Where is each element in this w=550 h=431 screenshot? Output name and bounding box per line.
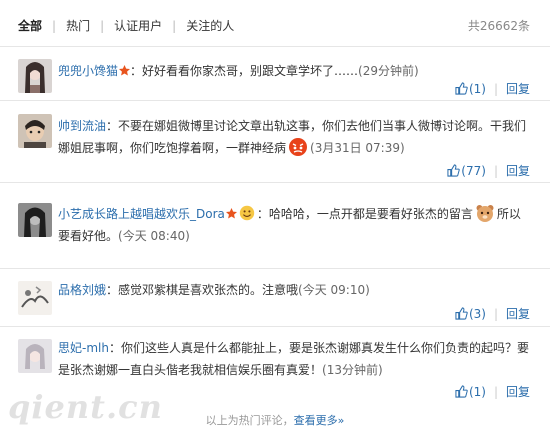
medal-icon[interactable] [119, 65, 131, 76]
avatar[interactable] [18, 203, 52, 237]
comment-username[interactable]: 兜兜小馋猫 [58, 64, 118, 78]
comment-body: 思妃-mlh：你们这些人真是什么都能扯上，要是张杰谢娜真发生什么你们负责的起吗？… [58, 337, 530, 381]
reply-button[interactable]: 回复 [506, 80, 530, 97]
like-button[interactable]: (3) [455, 307, 486, 321]
thumb-up-icon [455, 385, 468, 398]
view-more-link[interactable]: 查看更多» [294, 414, 345, 427]
thumb-up-icon [455, 82, 468, 95]
comment-time: (今天 09:10) [298, 283, 370, 297]
like-button[interactable]: (1) [455, 82, 486, 96]
tab-divider: | [52, 18, 57, 33]
avatar[interactable] [18, 281, 52, 315]
comment-username[interactable]: 小艺成长路上越唱越欢乐_Dora [58, 207, 225, 221]
comment-item: 小艺成长路上越唱越欢乐_Dora ：哈哈哈，一点开都是要看好张杰的留言 所以要看好他… [0, 183, 550, 269]
bear-emoticon [476, 205, 494, 222]
comment-filter-bar: 全部 | 热门 | 认证用户 | 关注的人 共26662条 [0, 0, 550, 47]
reply-button[interactable]: 回复 [506, 305, 530, 322]
action-divider: | [493, 384, 498, 399]
footer-text: 以上为热门评论， [205, 414, 294, 427]
like-button[interactable]: (1) [455, 385, 486, 399]
avatar[interactable] [18, 114, 52, 148]
tab-all[interactable]: 全部 [18, 17, 42, 34]
comment-body: 帅到流油：不要在娜姐微博里讨论文章出轨这事，你们去他们当事人微博讨论啊。干我们娜… [58, 115, 530, 159]
comment-item: 品格刘娥：感觉邓紫棋是喜欢张杰的。注意哦(今天 09:10) (3) | 回复 [0, 269, 550, 327]
comment-time: (3月31日 07:39) [310, 141, 405, 155]
comment-body: 兜兜小馋猫 ：好好看看你家杰哥，别跟文章学坏了……(29分钟前) [58, 60, 530, 82]
tab-divider: | [172, 18, 177, 33]
action-divider: | [493, 163, 498, 178]
comment-text: ：好好看看你家杰哥，别跟文章学坏了…… [130, 64, 359, 78]
comment-count: 共26662条 [467, 19, 530, 33]
action-divider: | [493, 306, 498, 321]
reply-button[interactable]: 回复 [506, 383, 530, 400]
tab-divider: | [100, 18, 105, 33]
smile-emoticon [239, 205, 255, 221]
comment-actions: (1) | 回复 [455, 383, 530, 400]
tab-hot[interactable]: 热门 [66, 17, 90, 34]
comment-username[interactable]: 帅到流油 [58, 119, 106, 133]
thumb-up-icon [447, 164, 461, 177]
avatar[interactable] [18, 59, 52, 93]
comment-text: ： [256, 207, 269, 221]
comment-item: 思妃-mlh：你们这些人真是什么都能扯上，要是张杰谢娜真发生什么你们负责的起吗？… [0, 327, 550, 405]
comment-text: ：你们这些人真是什么都能扯上，要是张杰谢娜真发生什么你们负责的起吗？要是张杰谢娜… [58, 341, 529, 377]
like-count: (1) [468, 384, 486, 399]
comment-time: (今天 08:40) [118, 229, 190, 243]
comment-list: 兜兜小馋猫 ：好好看看你家杰哥，别跟文章学坏了……(29分钟前) (1) | 回复… [0, 46, 550, 405]
comment-actions: (1) | 回复 [455, 80, 530, 97]
action-divider: | [493, 81, 498, 96]
thumb-up-icon [455, 307, 468, 320]
filter-tabs: 全部 | 热门 | 认证用户 | 关注的人 [18, 17, 234, 34]
reply-button[interactable]: 回复 [506, 162, 530, 179]
comment-actions: (77) | 回复 [447, 162, 530, 179]
like-count: (3) [468, 306, 486, 321]
comment-body: 品格刘娥：感觉邓紫棋是喜欢张杰的。注意哦(今天 09:10) [58, 279, 530, 301]
comment-time: (13分钟前) [322, 363, 383, 377]
medal-icon[interactable] [225, 208, 237, 219]
comment-time: (29分钟前) [358, 64, 419, 78]
like-count: (77) [461, 163, 486, 178]
like-button[interactable]: (77) [447, 164, 486, 178]
comment-item: 帅到流油：不要在娜姐微博里讨论文章出轨这事，你们去他们当事人微博讨论啊。干我们娜… [0, 101, 550, 183]
avatar[interactable] [18, 339, 52, 373]
comment-username[interactable]: 品格刘娥 [58, 283, 106, 297]
tab-following[interactable]: 关注的人 [186, 17, 234, 34]
comment-actions: (3) | 回复 [455, 305, 530, 322]
like-count: (1) [468, 81, 486, 96]
comment-text: ：感觉邓紫棋是喜欢张杰的。注意哦 [106, 283, 299, 297]
comment-text: 哈哈哈，一点开都是要看好张杰的留言 [268, 207, 473, 221]
hot-comments-footer: 以上为热门评论，查看更多» [0, 410, 550, 431]
comment-item: 兜兜小馋猫 ：好好看看你家杰哥，别跟文章学坏了……(29分钟前) (1) | 回复 [0, 46, 550, 101]
comment-body: 小艺成长路上越唱越欢乐_Dora ：哈哈哈，一点开都是要看好张杰的留言 所以要看好他… [58, 203, 530, 247]
angry-emoticon [289, 138, 308, 156]
tab-verified-users[interactable]: 认证用户 [114, 17, 162, 34]
comment-username[interactable]: 思妃-mlh [58, 341, 109, 355]
